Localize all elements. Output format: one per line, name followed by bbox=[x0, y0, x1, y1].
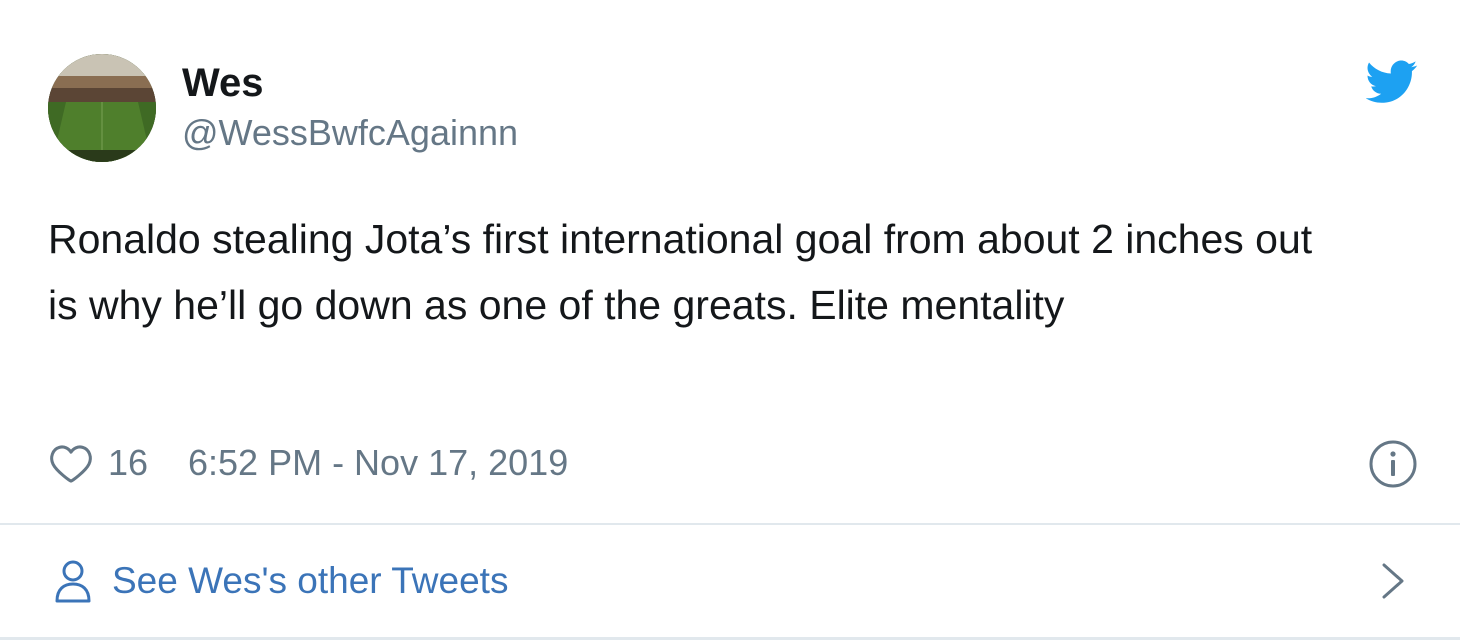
heart-icon bbox=[50, 445, 92, 483]
info-icon[interactable] bbox=[1368, 439, 1418, 489]
user-info: Wes @WessBwfcAgainnn bbox=[182, 60, 518, 154]
embedded-tweet-card: Wes @WessBwfcAgainnn Ronaldo stealing Jo… bbox=[0, 0, 1460, 640]
twitter-bird-icon[interactable] bbox=[1366, 60, 1418, 104]
chevron-right-icon bbox=[1382, 563, 1404, 599]
tweet-header: Wes @WessBwfcAgainnn bbox=[48, 54, 1418, 164]
tweet-timestamp[interactable]: 6:52 PM - Nov 17, 2019 bbox=[188, 441, 568, 485]
avatar[interactable] bbox=[48, 54, 156, 162]
see-other-tweets-label: See Wes's other Tweets bbox=[112, 560, 509, 601]
display-name[interactable]: Wes bbox=[182, 60, 518, 106]
person-icon bbox=[55, 560, 91, 603]
user-handle[interactable]: @WessBwfcAgainnn bbox=[182, 112, 518, 154]
stadium-avatar-image bbox=[48, 54, 156, 162]
like-count: 16 bbox=[108, 442, 149, 483]
see-other-tweets-link[interactable]: See Wes's other Tweets bbox=[0, 525, 1460, 638]
tweet-meta-row: 16 6:52 PM - Nov 17, 2019 bbox=[48, 436, 1418, 490]
like-button[interactable]: 16 bbox=[48, 440, 148, 486]
tweet-text: Ronaldo stealing Jota’s first internatio… bbox=[48, 216, 1313, 328]
